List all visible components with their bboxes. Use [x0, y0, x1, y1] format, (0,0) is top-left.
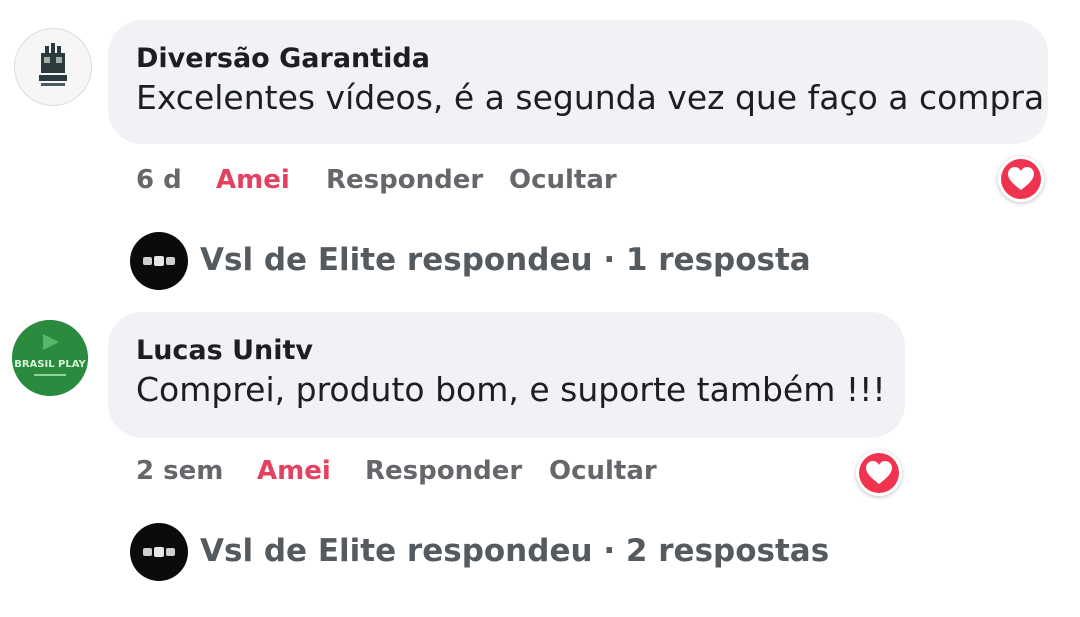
heart-icon: [1008, 167, 1034, 190]
hide-button[interactable]: Ocultar: [509, 163, 617, 197]
love-button[interactable]: Amei: [216, 163, 290, 197]
avatar[interactable]: BRASIL PLAY: [12, 320, 88, 396]
comment-author[interactable]: Lucas Unitv: [136, 334, 877, 368]
comment-bubble: Diversão Garantida Excelentes vídeos, é …: [108, 20, 1048, 144]
comment-text: Comprei, produto bom, e suporte também !…: [136, 370, 886, 409]
reply-button[interactable]: Responder: [365, 454, 522, 488]
reaction-badge[interactable]: [856, 450, 902, 496]
comment-bubble: Lucas Unitv Comprei, produto bom, e supo…: [108, 312, 905, 438]
avatar[interactable]: [14, 28, 92, 106]
comment-timestamp[interactable]: 2 sem: [136, 454, 223, 488]
comment-text: Excelentes vídeos, é a segunda vez que f…: [136, 78, 1045, 117]
replies-text[interactable]: Vsl de Elite respondeu · 1 resposta: [200, 240, 811, 280]
reaction-badge[interactable]: [998, 156, 1044, 202]
heart-icon: [866, 461, 892, 484]
hide-button[interactable]: Ocultar: [549, 454, 657, 488]
love-button[interactable]: Amei: [257, 454, 331, 488]
comment-author[interactable]: Diversão Garantida: [136, 42, 1020, 76]
avatar: [130, 232, 188, 290]
replies-text[interactable]: Vsl de Elite respondeu · 2 respostas: [200, 531, 829, 571]
reply-button[interactable]: Responder: [326, 163, 483, 197]
comment-thread: Diversão Garantida Excelentes vídeos, é …: [0, 0, 1080, 617]
comment-timestamp[interactable]: 6 d: [136, 163, 182, 197]
avatar-logo-text: BRASIL PLAY: [14, 359, 86, 370]
avatar: [130, 523, 188, 581]
